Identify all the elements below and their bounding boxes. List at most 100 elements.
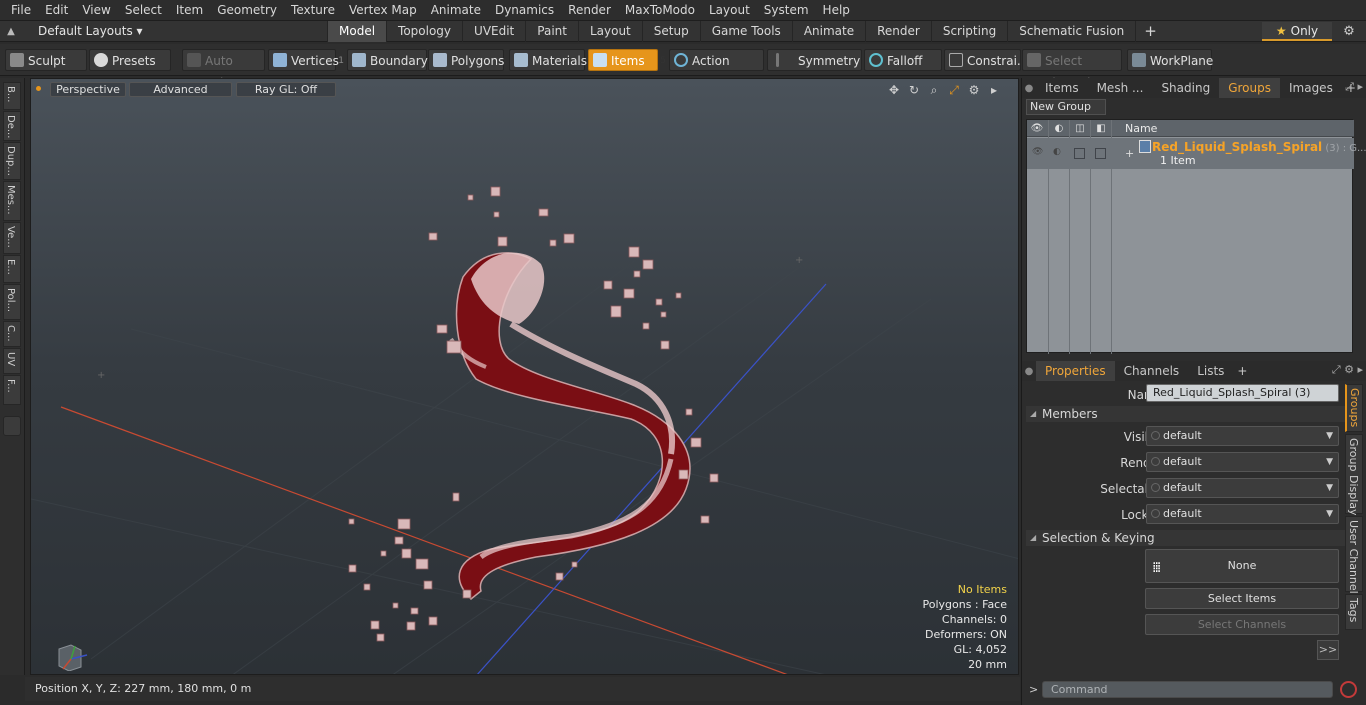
select-through-button[interactable]: Select Through [1022,49,1122,90]
command-input[interactable]: Command [1042,681,1333,698]
tab-paint[interactable]: Paint [525,21,578,42]
side-tab-user-channels[interactable]: User Channels [1345,516,1363,599]
auto-select-button[interactable]: Auto Select [182,49,265,90]
only-toggle[interactable]: ★ Only [1262,22,1332,41]
symmetry-button[interactable]: Symmetry [767,49,862,71]
row-lock-checkbox[interactable] [1074,148,1085,159]
vtab-curve[interactable]: C... [3,321,21,347]
perspective-dropdown[interactable]: Perspective [50,82,126,97]
group-row[interactable]: 👁 ◐ + Red_Liquid_Splash_Spiral (3) : G..… [1027,138,1366,169]
tab-images[interactable]: Images [1280,78,1342,98]
constraints-button[interactable]: Constrai... [944,49,1028,71]
maximize-icon[interactable]: ⤢ [946,82,962,98]
menu-item[interactable]: Item [169,0,210,21]
row-render-icon[interactable]: ◐ [1053,147,1064,158]
tab-channels[interactable]: Channels [1115,361,1189,381]
strip-toggle-button[interactable] [3,416,21,436]
row-select-checkbox[interactable] [1095,148,1106,159]
vtab-mesh-edit[interactable]: Mes... [3,181,21,221]
menu-dynamics[interactable]: Dynamics [488,0,561,21]
tab-layout[interactable]: Layout [577,21,642,42]
tab-animate[interactable]: Animate [791,21,865,42]
pan-icon[interactable]: ✥ [886,82,902,98]
polygons-button[interactable]: Polygons [428,49,504,71]
members-section[interactable]: ◢ Members [1026,406,1356,422]
workplane-button[interactable]: WorkPlane [1127,49,1213,71]
locked-dropdown[interactable]: default ▼ [1146,504,1339,524]
tab-game-tools[interactable]: Game Tools [699,21,792,42]
3d-viewport[interactable]: + + Perspective Advanced Ray GL: Off ✥ ↻… [30,78,1019,675]
select-column-icon[interactable]: ◧ [1094,122,1108,135]
materials-button[interactable]: Materials [509,49,587,71]
viewport-options-dot[interactable] [36,86,41,91]
panel-menu-dot[interactable]: ● [1022,83,1036,94]
properties-menu-dot[interactable]: ● [1022,366,1036,377]
vtab-duplicate[interactable]: Dup... [3,142,21,180]
tab-model[interactable]: Model [327,21,387,42]
side-tab-group-display[interactable]: Group Display [1345,434,1363,516]
menu-maxtomodo[interactable]: MaxToModo [618,0,702,21]
vertices-button[interactable]: Vertices 1 [268,49,344,71]
rotate-icon[interactable]: ↻ [906,82,922,98]
side-tab-tags[interactable]: Tags [1345,594,1363,630]
visibility-column-icon[interactable]: 👁 [1030,122,1044,135]
record-macro-icon[interactable] [1340,681,1357,698]
selection-keying-section[interactable]: ◢ Selection & Keying [1026,530,1356,546]
menu-select[interactable]: Select [118,0,169,21]
layout-menu-icon[interactable]: ▲ [0,26,22,37]
expand-group-icon[interactable]: + [1125,147,1134,160]
new-group-button[interactable]: New Group [1026,99,1106,115]
menu-animate[interactable]: Animate [424,0,488,21]
more-button[interactable]: >> [1317,640,1339,660]
action-center-button[interactable]: Action Center [669,49,764,90]
properties-expand-icon[interactable]: ⤢ ⚙ ▸ [1332,363,1363,377]
tab-shading[interactable]: Shading [1152,78,1219,98]
menu-layout[interactable]: Layout [702,0,757,21]
red-liquid-splash-model[interactable] [449,252,691,601]
selectable-dropdown[interactable]: default ▼ [1146,478,1339,498]
menu-geometry[interactable]: Geometry [210,0,284,21]
vtab-basic[interactable]: B... [3,82,21,110]
render-dropdown[interactable]: default ▼ [1146,452,1339,472]
select-items-button[interactable]: Select Items [1145,588,1339,609]
sculpt-button[interactable]: Sculpt [5,49,87,71]
tab-lists[interactable]: Lists [1188,361,1233,381]
menu-help[interactable]: Help [816,0,857,21]
zoom-icon[interactable]: ⌕ [926,82,942,98]
menu-texture[interactable]: Texture [284,0,342,21]
tab-items[interactable]: Items [1036,78,1088,98]
name-field[interactable]: Red_Liquid_Splash_Spiral (3) [1146,384,1339,402]
none-button[interactable]: ⁞⁞⁞ None [1145,549,1339,583]
items-button[interactable]: Items 5 [588,49,666,71]
tab-topology[interactable]: Topology [386,21,462,42]
gear-icon[interactable]: ⚙ [1341,24,1357,40]
add-tab-button[interactable]: + [1135,21,1165,42]
tab-scripting[interactable]: Scripting [930,21,1007,42]
lock-column-icon[interactable]: ◫ [1073,122,1087,135]
add-properties-tab-button[interactable]: + [1233,361,1251,381]
menu-vertex-map[interactable]: Vertex Map [342,0,424,21]
tab-schematic-fusion[interactable]: Schematic Fusion [1007,21,1135,42]
viewport-gear-icon[interactable]: ⚙ [966,82,982,98]
vtab-fusion[interactable]: F... [3,375,21,405]
menu-file[interactable]: File [0,0,38,21]
boundary-button[interactable]: Boundary [347,49,428,71]
tab-groups[interactable]: Groups [1219,78,1280,98]
name-column-header[interactable]: Name [1125,122,1157,135]
vtab-edge[interactable]: E... [3,255,21,283]
tab-mesh[interactable]: Mesh ... [1088,78,1153,98]
render-column-icon[interactable]: ◐ [1052,122,1066,135]
vtab-deform[interactable]: De... [3,111,21,141]
tab-properties[interactable]: Properties [1036,361,1115,381]
expand-arrow-icon[interactable]: ▸ [986,82,1002,98]
menu-edit[interactable]: Edit [38,0,75,21]
vtab-polygon[interactable]: Pol... [3,284,21,320]
tab-uvedit[interactable]: UVEdit [462,21,525,42]
shading-advanced-dropdown[interactable]: Advanced [129,82,232,97]
layout-dropdown[interactable]: Default Layouts ▾ [22,24,151,38]
menu-render[interactable]: Render [561,0,618,21]
falloff-button[interactable]: Falloff [864,49,942,71]
select-channels-button[interactable]: Select Channels [1145,614,1339,635]
vtab-uv[interactable]: UV [3,348,21,374]
visible-dropdown[interactable]: default ▼ [1146,426,1339,446]
